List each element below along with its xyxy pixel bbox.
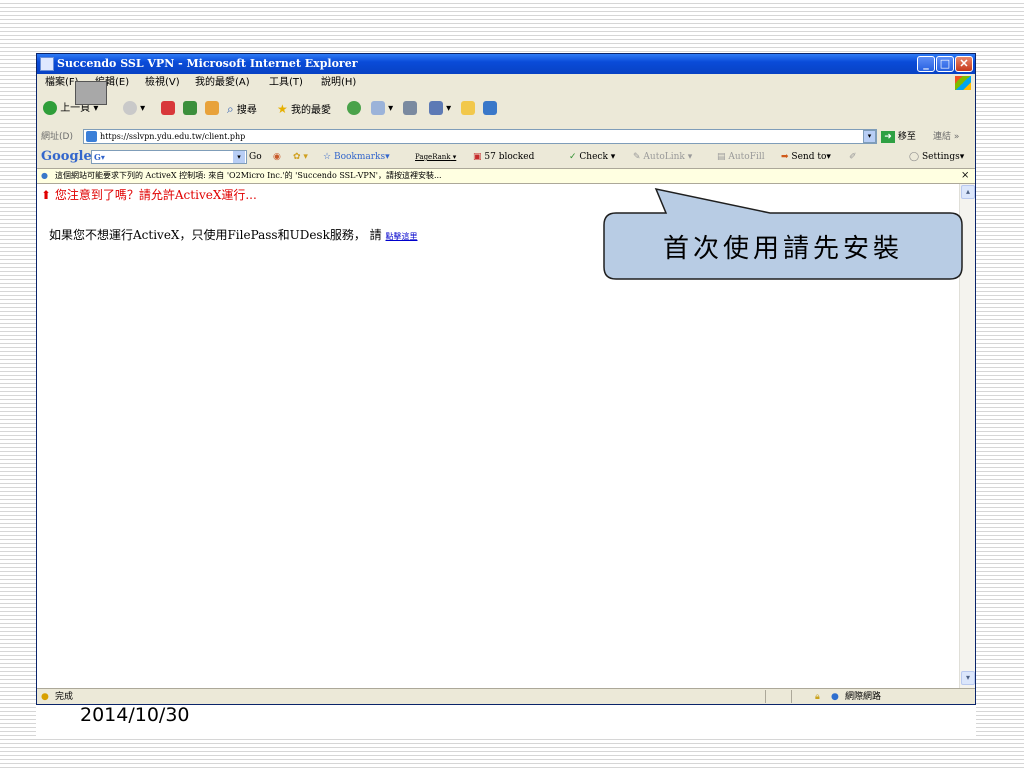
menu-view[interactable]: 檢視(V) (145, 74, 180, 92)
search-icon: ⌕ (227, 102, 234, 116)
windows-logo-icon (955, 76, 971, 90)
ie-window: Succendo SSL VPN - Microsoft Internet Ex… (36, 53, 976, 705)
discuss-button[interactable] (461, 100, 475, 118)
address-bar: 網址(D) https://sslvpn.ydu.edu.tw/client.p… (37, 128, 975, 146)
google-toolbar: Google G▾ ▾ Go ◉ ✿ ▾ ☆ Bookmarks▾ PageRa… (37, 148, 975, 166)
forward-button[interactable]: ▾ (123, 100, 145, 118)
settings-icon: ◯ (909, 152, 920, 162)
settings-button[interactable]: ◯ Settings▾ (909, 148, 964, 166)
messenger-icon (483, 101, 497, 115)
favorites-button[interactable]: ★ 我的最愛 (277, 100, 331, 118)
media-button[interactable] (347, 100, 361, 118)
autofill-button[interactable]: ▤ AutoFill (717, 148, 765, 166)
address-dropdown-button[interactable]: ▾ (863, 130, 876, 143)
menu-bar: 檔案(F) 編輯(E) 檢視(V) 我的最愛(A) 工具(T) 說明(H) (37, 74, 975, 92)
spellcheck-icon: ✓ (569, 152, 577, 162)
folder-icon (461, 101, 475, 115)
maximize-button[interactable]: □ (936, 56, 954, 72)
click-here-link[interactable]: 點擊這里 (386, 232, 418, 241)
bookmark-star-icon: ☆ (323, 152, 332, 162)
edit-button[interactable]: ▾ (429, 100, 451, 118)
news-icon[interactable]: ◉ (273, 148, 281, 166)
bookmarks-button[interactable]: ☆ Bookmarks▾ (323, 148, 390, 166)
go-button[interactable]: ➜ 移至 (881, 128, 916, 146)
minimize-button[interactable]: _ (917, 56, 935, 72)
home-icon (205, 101, 219, 115)
menu-favorites[interactable]: 我的最愛(A) (195, 74, 250, 92)
standard-toolbar: 上一頁 ▾ ▾ ⌕ 搜尋 ★ 我的最愛 ▾ ▾ (37, 92, 975, 126)
mouse-highlight (75, 81, 107, 105)
go-arrow-icon: ➜ (881, 130, 895, 143)
lock-icon[interactable]: 🔒︎ (815, 689, 820, 705)
done-icon: ● (41, 692, 49, 702)
spellcheck-button[interactable]: ✓ Check ▾ (569, 148, 615, 166)
autolink-button[interactable]: ✎ AutoLink ▾ (633, 148, 692, 166)
google-search-input[interactable]: G▾ (91, 150, 247, 164)
ie-page-icon (40, 57, 54, 71)
search-dropdown-button[interactable]: ▾ (233, 151, 245, 163)
slide-background-top (0, 0, 1024, 52)
google-logo[interactable]: Google (41, 148, 92, 166)
activex-message: 如果您不想運行ActiveX，只使用FilePass和UDesk服務， 請 點擊… (49, 228, 418, 242)
address-label: 網址(D) (41, 132, 73, 142)
status-divider (791, 690, 792, 703)
mail-button[interactable]: ▾ (371, 100, 393, 118)
print-icon (403, 101, 417, 115)
slide-date: 2014/10/30 (80, 704, 190, 726)
search-button[interactable]: ⌕ 搜尋 (227, 100, 257, 118)
shield-icon: ● (41, 171, 48, 180)
mail-icon (371, 101, 385, 115)
security-zone: 網際網路 (845, 692, 882, 702)
close-button[interactable]: ✕ (955, 56, 973, 72)
title-bar[interactable]: Succendo SSL VPN - Microsoft Internet Ex… (37, 54, 975, 74)
popup-blocker-button[interactable]: ▣ 57 blocked (473, 148, 534, 166)
scroll-down-button[interactable]: ▾ (961, 671, 975, 685)
forward-arrow-icon (123, 101, 137, 115)
pagerank-button[interactable]: PageRank ▾ (415, 148, 456, 166)
address-url: https://sslvpn.ydu.edu.tw/client.php (100, 132, 246, 141)
print-button[interactable] (403, 100, 417, 118)
menu-help[interactable]: 說明(H) (321, 74, 356, 92)
globe-icon: ● (831, 692, 839, 702)
warning-arrow-icon: ⬆ (41, 188, 52, 202)
activex-warning: ⬆ 您注意到了嗎？請允許ActiveX運行... (41, 188, 257, 202)
refresh-button[interactable] (183, 100, 197, 118)
slide-background-bottom (0, 736, 1024, 768)
slide-background-right (976, 52, 1024, 736)
slide-background-left (0, 52, 36, 736)
back-arrow-icon (43, 101, 57, 115)
window-title: Succendo SSL VPN - Microsoft Internet Ex… (57, 57, 358, 70)
highlighter-icon[interactable]: ✐ (849, 148, 857, 166)
send-to-button[interactable]: ➡ Send to▾ (781, 148, 831, 166)
status-text: 完成 (55, 692, 74, 702)
send-icon: ➡ (781, 152, 789, 162)
menu-tools[interactable]: 工具(T) (269, 74, 303, 92)
star-icon: ★ (277, 102, 288, 116)
stop-button[interactable] (161, 100, 175, 118)
google-go-button[interactable]: Go (249, 148, 262, 166)
activex-info-bar[interactable]: ● 這個網站可能要求下列的 ActiveX 控制項: 來自 'O2Micro I… (37, 168, 975, 184)
callout-text: 首次使用請先安裝 (662, 234, 903, 264)
status-bar: ● 完成 🔒︎ ● 網際網路 (37, 688, 975, 705)
page-icon (86, 131, 97, 142)
home-button[interactable] (205, 100, 219, 118)
popup-blocked-icon: ▣ (473, 152, 482, 162)
extension-icon[interactable]: ✿ ▾ (293, 148, 308, 166)
menu-file[interactable]: 檔案(F) (45, 74, 79, 92)
info-bar-close-button[interactable]: × (961, 169, 969, 183)
info-bar-text: 這個網站可能要求下列的 ActiveX 控制項: 來自 'O2Micro Inc… (55, 171, 442, 180)
media-icon (347, 101, 361, 115)
address-input[interactable]: https://sslvpn.ydu.edu.tw/client.php (83, 129, 877, 144)
refresh-icon (183, 101, 197, 115)
links-button[interactable]: 連結 » (933, 128, 959, 146)
status-divider (765, 690, 766, 703)
stop-icon (161, 101, 175, 115)
messenger-button[interactable] (483, 100, 497, 118)
edit-icon (429, 101, 443, 115)
